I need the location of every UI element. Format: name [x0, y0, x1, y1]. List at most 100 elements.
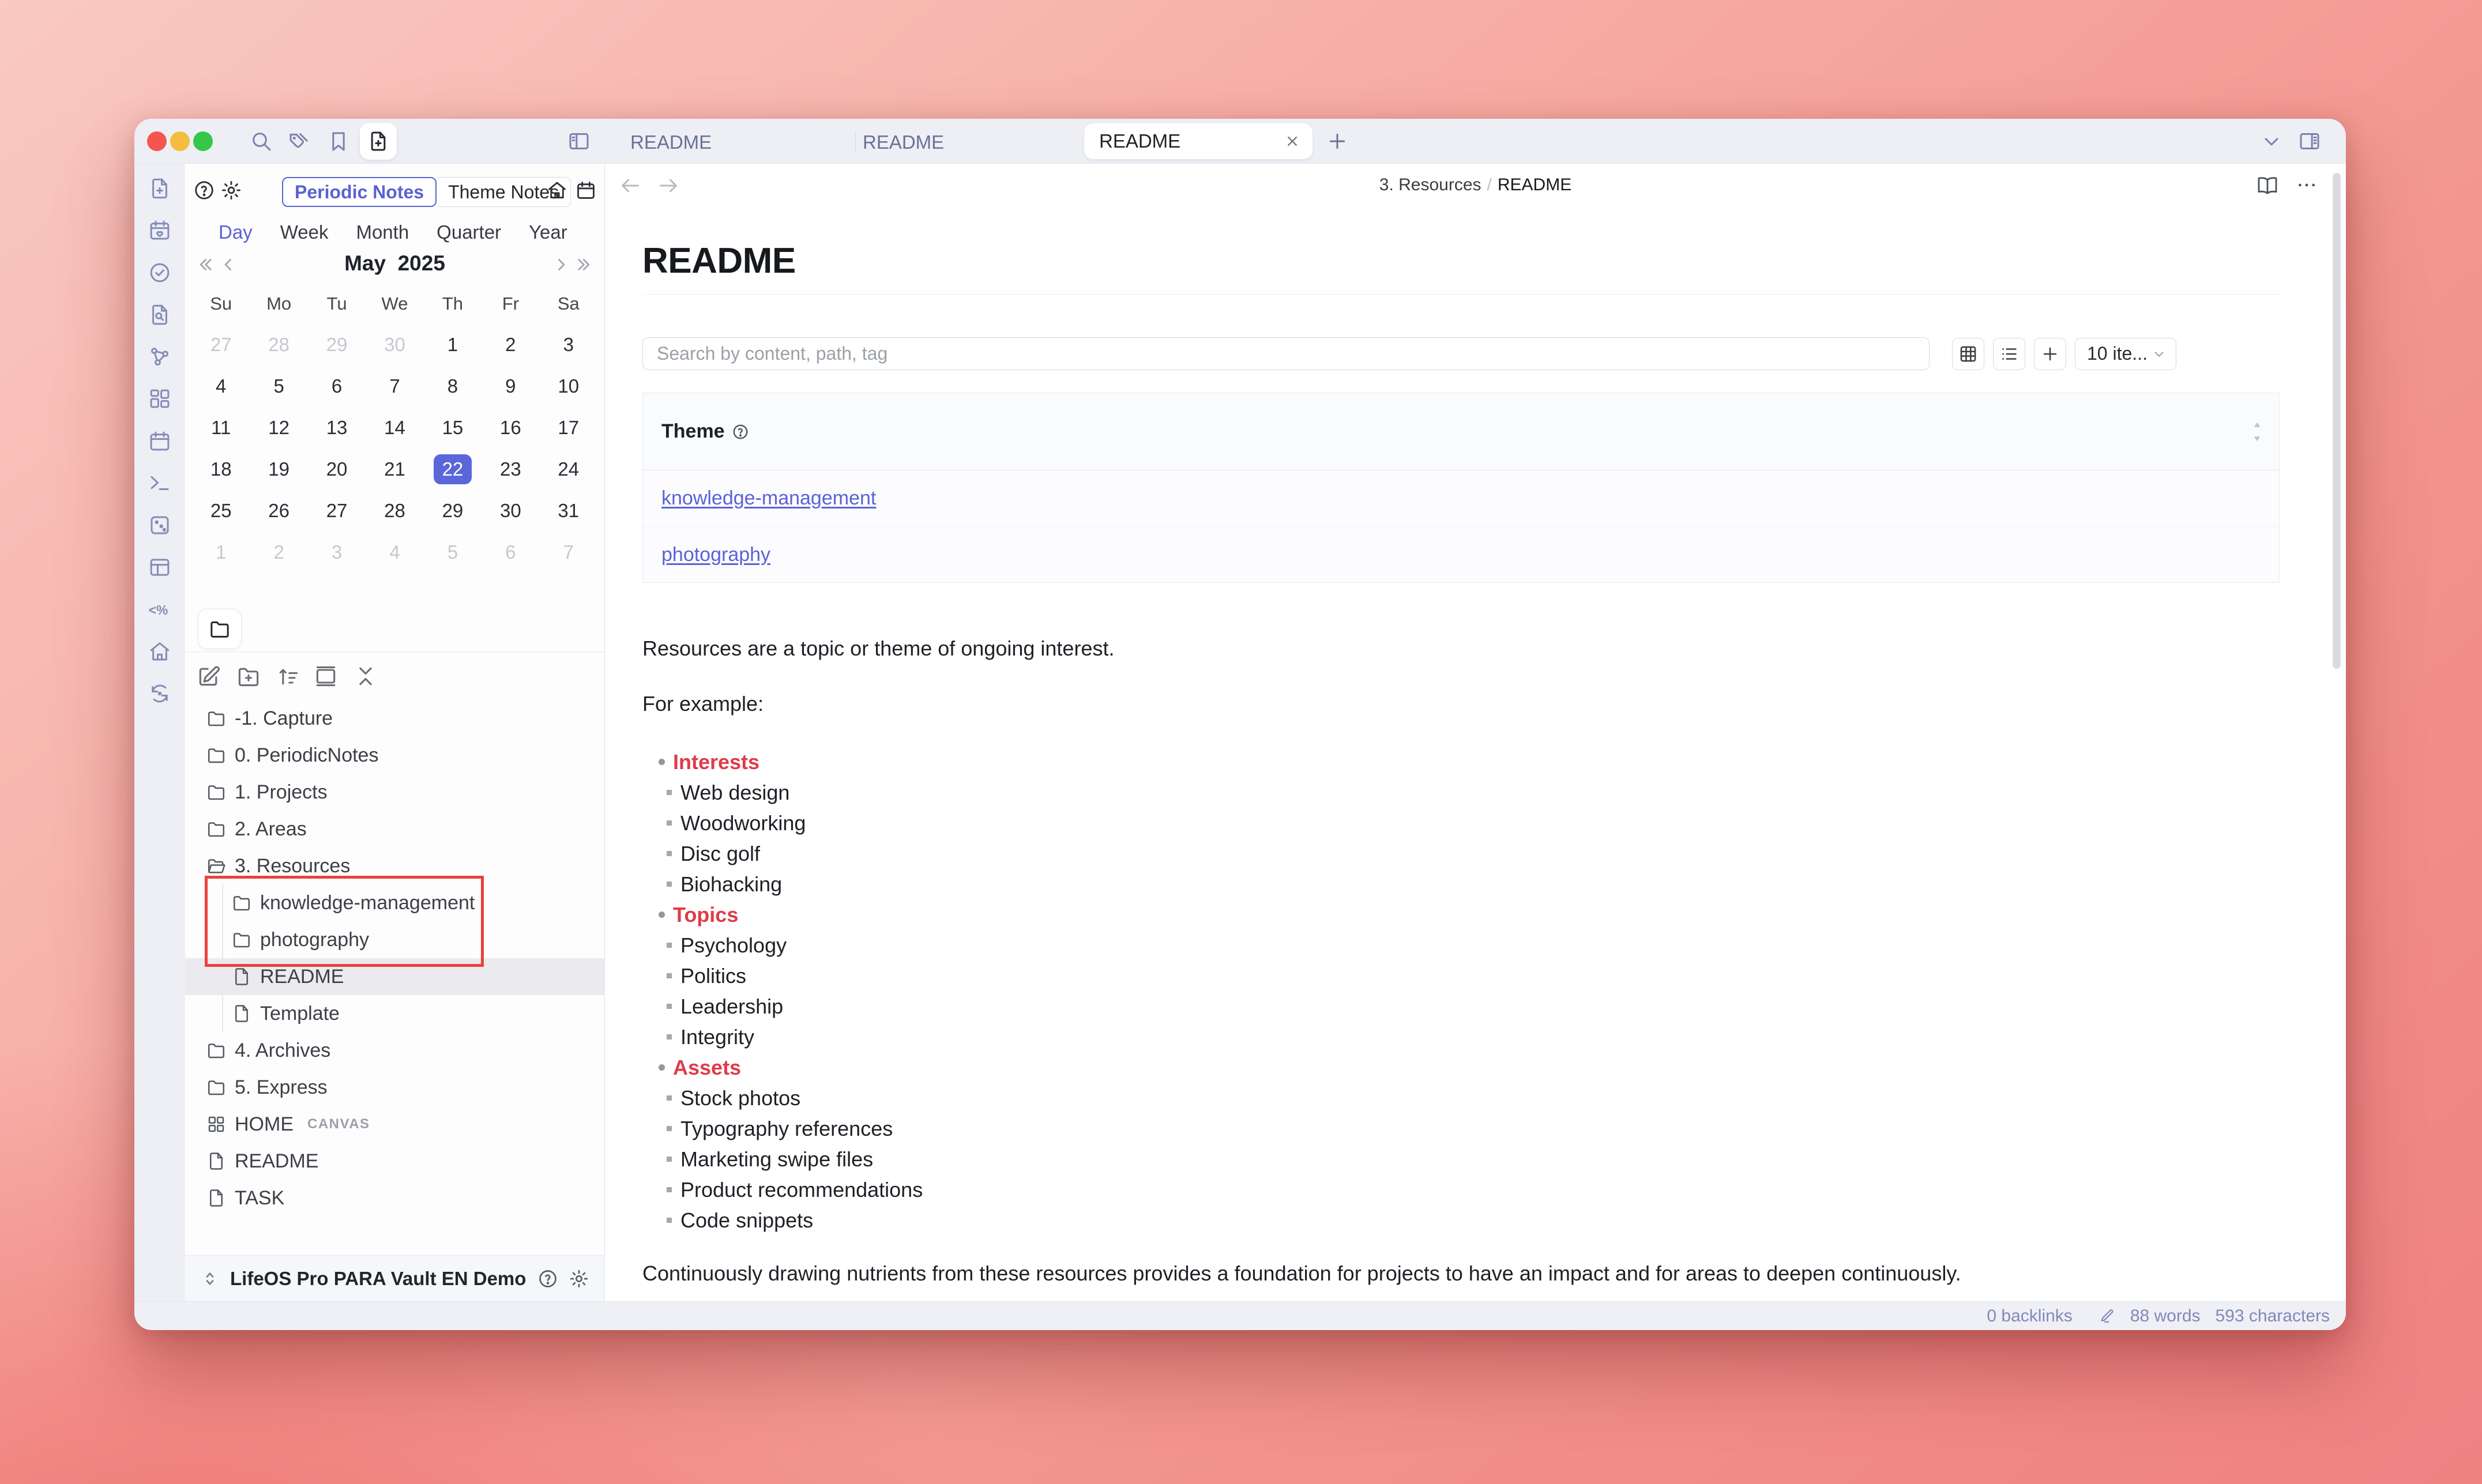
next-month-icon[interactable] [551, 255, 571, 274]
new-folder-icon[interactable] [236, 664, 261, 689]
tree-item-0-periodicnotes[interactable]: 0. PeriodicNotes [185, 737, 604, 774]
calendar-day[interactable]: 4 [366, 532, 423, 573]
calendar-day[interactable]: 13 [308, 407, 366, 449]
sort-arrows-icon[interactable] [2251, 420, 2264, 443]
tab-readme-2[interactable]: README [863, 131, 944, 153]
question-circle-icon[interactable] [732, 423, 749, 440]
tree-item-5-express[interactable]: 5. Express [185, 1069, 604, 1106]
tree-item-1-capture[interactable]: -1. Capture [185, 700, 604, 737]
home-icon[interactable] [148, 639, 172, 664]
note-link-photography[interactable]: photography [661, 544, 770, 566]
character-count[interactable]: 593 characters [2216, 1306, 2330, 1326]
file-plus-icon[interactable] [148, 176, 172, 201]
items-per-page-dropdown[interactable]: 10 ite... [2075, 338, 2176, 370]
calendar-day[interactable]: 28 [250, 324, 307, 366]
search-icon[interactable] [250, 130, 273, 153]
add-item-button[interactable] [2034, 338, 2066, 370]
backlinks-count[interactable]: 0 backlinks [1987, 1306, 2072, 1326]
tab-readme-active[interactable]: README [1084, 123, 1313, 159]
calendar-day[interactable]: 21 [366, 449, 423, 490]
zoom-window-button[interactable] [193, 131, 213, 151]
calendar-day[interactable]: 5 [250, 366, 307, 407]
sync-icon[interactable] [148, 681, 172, 706]
search-input[interactable] [642, 337, 1930, 370]
templater-icon[interactable]: <% [148, 597, 172, 622]
tree-item-1-projects[interactable]: 1. Projects [185, 774, 604, 811]
calendar-day[interactable]: 26 [250, 490, 307, 532]
calendar-day[interactable]: 19 [250, 449, 307, 490]
calendar-view-week[interactable]: Week [280, 221, 329, 243]
calendar-day[interactable]: 2 [250, 532, 307, 573]
calendar-day[interactable]: 7 [540, 532, 597, 573]
chevron-down-icon[interactable] [2260, 130, 2283, 153]
close-window-button[interactable] [147, 131, 167, 151]
help-icon[interactable] [537, 1268, 558, 1289]
tree-item-template[interactable]: Template [185, 995, 604, 1032]
forward-icon[interactable] [657, 174, 680, 197]
blocks-icon[interactable] [148, 387, 172, 411]
calendar-day[interactable]: 18 [192, 449, 250, 490]
terminal-icon[interactable] [148, 471, 172, 495]
calendar-day[interactable]: 6 [482, 532, 539, 573]
tree-item-2-areas[interactable]: 2. Areas [185, 811, 604, 848]
layout-table-icon[interactable] [148, 555, 172, 579]
minimize-window-button[interactable] [170, 131, 190, 151]
calendar-day[interactable]: 6 [308, 366, 366, 407]
calendar-day[interactable]: 27 [192, 324, 250, 366]
calendar-view-month[interactable]: Month [356, 221, 409, 243]
home-icon[interactable] [546, 179, 568, 201]
help-icon[interactable] [193, 179, 215, 201]
graph-icon[interactable] [148, 345, 172, 369]
tab-periodic-notes[interactable]: Periodic Notes [282, 177, 437, 207]
close-tab-icon[interactable] [1284, 133, 1301, 150]
next-year-icon[interactable] [574, 255, 594, 274]
calendar-view-year[interactable]: Year [529, 221, 567, 243]
calendar-day[interactable]: 16 [482, 407, 539, 449]
sort-icon[interactable] [276, 664, 301, 689]
calendar-day[interactable]: 7 [366, 366, 423, 407]
list-view-button[interactable] [1993, 338, 2025, 370]
calendar-day[interactable]: 4 [192, 366, 250, 407]
breadcrumb[interactable]: 3. Resources/README [1379, 175, 1571, 195]
calendar-day[interactable]: 8 [424, 366, 482, 407]
calendar-day[interactable]: 25 [192, 490, 250, 532]
calendar-day[interactable]: 30 [366, 324, 423, 366]
calendar-view-day[interactable]: Day [219, 221, 253, 243]
dice-icon[interactable] [148, 513, 172, 537]
calendar-day[interactable]: 24 [540, 449, 597, 490]
back-icon[interactable] [619, 174, 642, 197]
collapse-all-icon[interactable] [353, 664, 378, 689]
table-view-button[interactable] [1952, 338, 1984, 370]
calendar-day[interactable]: 3 [540, 324, 597, 366]
reading-mode-icon[interactable] [2256, 174, 2279, 197]
tree-item-readme[interactable]: README [185, 1143, 604, 1180]
gear-icon[interactable] [569, 1268, 589, 1289]
scrollbar[interactable] [2333, 173, 2341, 669]
show-nested-icon[interactable] [313, 664, 339, 689]
calendar-heart-icon[interactable] [148, 219, 172, 243]
tree-item-task[interactable]: TASK [185, 1180, 604, 1216]
vault-switcher[interactable]: LifeOS Pro PARA Vault EN Demo [185, 1255, 604, 1301]
check-circle-icon[interactable] [148, 261, 172, 285]
word-count[interactable]: 88 words [2130, 1306, 2201, 1326]
calendar-day[interactable]: 28 [366, 490, 423, 532]
new-tab-icon[interactable] [1326, 130, 1349, 153]
calendar-day[interactable]: 29 [424, 490, 482, 532]
calendar-day[interactable]: 11 [192, 407, 250, 449]
calendar-day[interactable]: 12 [250, 407, 307, 449]
calendar-day[interactable]: 23 [482, 449, 539, 490]
table-header-row[interactable]: Theme [643, 393, 2279, 470]
calendar-day-selected[interactable]: 22 [424, 449, 482, 490]
calendar-day[interactable]: 2 [482, 324, 539, 366]
calendar-day[interactable]: 10 [540, 366, 597, 407]
note-link-knowledge-management[interactable]: knowledge-management [661, 487, 876, 510]
toggle-right-sidebar-icon[interactable] [2298, 130, 2321, 153]
calendar-day[interactable]: 27 [308, 490, 366, 532]
calendar-icon[interactable] [575, 179, 597, 201]
calendar-icon[interactable] [148, 429, 172, 453]
more-options-icon[interactable] [2295, 174, 2318, 197]
tree-item-home[interactable]: HOMECANVAS [185, 1106, 604, 1143]
edit-mode-icon[interactable] [2098, 1308, 2115, 1325]
calendar-day[interactable]: 15 [424, 407, 482, 449]
calendar-day[interactable]: 30 [482, 490, 539, 532]
